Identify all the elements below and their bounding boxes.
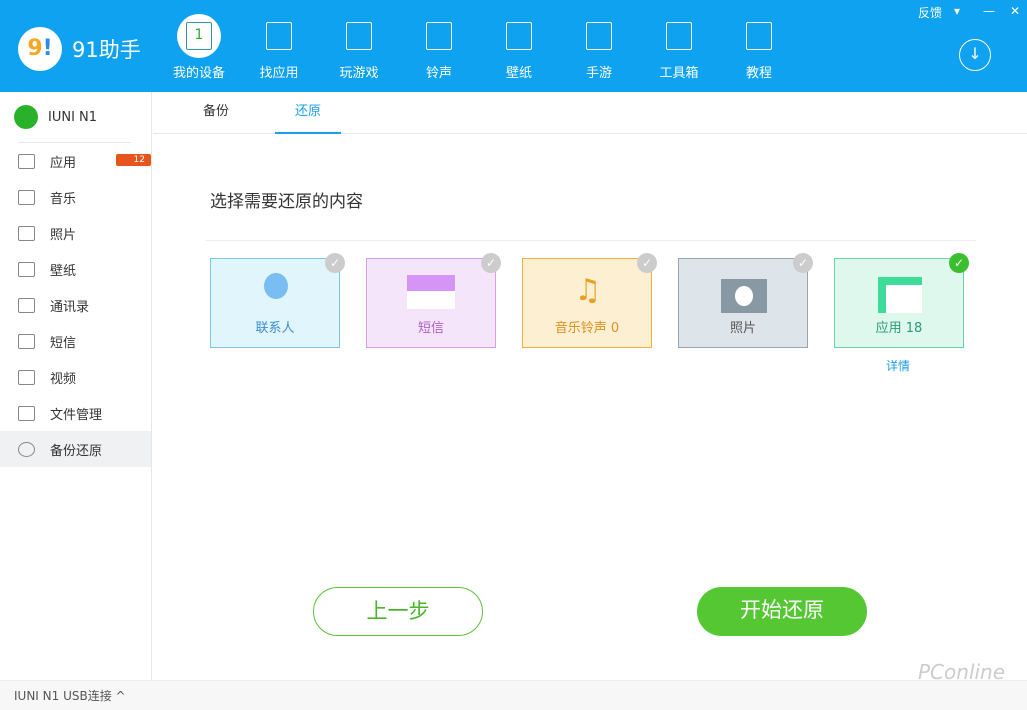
check-icon[interactable]: ✓ [637, 253, 657, 273]
previous-step-button[interactable]: 上一步 [313, 587, 483, 636]
card-label: 照片 [729, 321, 756, 336]
image-icon [497, 14, 541, 58]
card-contacts[interactable]: 联系人 ✓ [210, 253, 345, 348]
connection-status[interactable]: IUNI N1 USB连接 ^ [14, 689, 126, 703]
sidebar-item-wallpaper[interactable]: 壁纸 [0, 251, 151, 287]
sidebar-item-music[interactable]: 音乐 [0, 179, 151, 215]
card-music[interactable]: ♫ 音乐铃声 0 ✓ [522, 253, 657, 348]
music-note-icon: ♫ [574, 273, 602, 308]
check-icon[interactable]: ✓ [949, 253, 969, 273]
sidebar-item-video[interactable]: 视频 [0, 359, 151, 395]
nav-ringtones[interactable]: 铃声 [399, 14, 479, 81]
apps-icon [18, 153, 35, 169]
start-restore-button[interactable]: 开始还原 [697, 587, 867, 636]
header: 9! 91助手 1 我的设备 找应用 玩游戏 铃声 壁纸 手游 工具箱 教程 反馈… [0, 0, 1027, 92]
nav-label: 手游 [585, 66, 612, 81]
envelope-icon [407, 275, 455, 309]
device-header: IUNI N1 [0, 92, 151, 142]
label: 视频 [50, 371, 77, 387]
sidebar-item-files[interactable]: 文件管理 [0, 395, 151, 431]
tab-backup[interactable]: 备份 [183, 92, 249, 134]
app-grid-icon [878, 277, 922, 313]
sidebar-item-sms[interactable]: 短信 [0, 323, 151, 359]
label: 文件管理 [50, 407, 103, 423]
label: 应用 [50, 155, 77, 171]
check-icon[interactable]: ✓ [481, 253, 501, 273]
nav-mobile-games[interactable]: 手游 [559, 14, 639, 81]
sidebar-item-apps[interactable]: 应用 12 [0, 143, 151, 179]
sidebar-item-photos[interactable]: 照片 [0, 215, 151, 251]
details-link[interactable]: 详情 [886, 357, 910, 374]
nav-label: 找应用 [259, 66, 299, 81]
label: 音乐 [50, 191, 77, 207]
label: 短信 [50, 335, 77, 351]
music-icon [417, 14, 461, 58]
sidebar: IUNI N1 应用 12 音乐 照片 壁纸 通讯录 短信 视频 文件管理 备份还… [0, 92, 152, 680]
sync-icon [18, 441, 35, 457]
device-name: IUNI N1 [48, 109, 98, 125]
nav-label: 壁纸 [505, 66, 532, 81]
tab-restore[interactable]: 还原 [275, 92, 341, 134]
feedback-link[interactable]: 反馈 [918, 4, 942, 21]
card-apps[interactable]: 应用 18 ✓ [834, 253, 969, 348]
nav-label: 玩游戏 [339, 66, 379, 81]
envelope-icon [18, 333, 35, 349]
image-icon [18, 261, 35, 277]
nav-label: 我的设备 [172, 66, 225, 81]
nav-games[interactable]: 玩游戏 [319, 14, 399, 81]
nav-label: 铃声 [425, 66, 452, 81]
card-sms[interactable]: 短信 ✓ [366, 253, 501, 348]
clipboard-icon [737, 14, 781, 58]
label: 通讯录 [50, 299, 90, 315]
label: 壁纸 [50, 263, 77, 279]
camera-icon [721, 279, 767, 313]
gamepad-icon [337, 14, 381, 58]
minimize-icon[interactable]: — [983, 4, 995, 18]
toolbox-icon [657, 14, 701, 58]
watermark: PConline [918, 660, 1006, 684]
menu-icon[interactable]: ▾ [954, 4, 960, 18]
wave-icon [577, 14, 621, 58]
card-label: 应用 18 [875, 321, 923, 336]
check-icon[interactable]: ✓ [325, 253, 345, 273]
nav-label: 工具箱 [659, 66, 699, 81]
card-label: 短信 [417, 321, 444, 336]
card-label: 联系人 [255, 321, 295, 336]
close-icon[interactable]: ✕ [1010, 4, 1020, 18]
device-icon: 1 [177, 14, 221, 58]
sidebar-item-backup[interactable]: 备份还原 [0, 431, 151, 467]
nav-label: 教程 [745, 66, 772, 81]
nav-tutorial[interactable]: 教程 [719, 14, 799, 81]
page-title: 选择需要还原的内容 [210, 192, 363, 212]
card-label: 音乐铃声 0 [554, 321, 620, 336]
nav-my-device[interactable]: 1 我的设备 [159, 14, 239, 81]
bag-icon [257, 14, 301, 58]
check-icon[interactable]: ✓ [793, 253, 813, 273]
label: 照片 [50, 227, 77, 243]
android-icon [14, 105, 38, 129]
divider [206, 240, 976, 241]
brand-name: 91助手 [72, 38, 141, 62]
label: 备份还原 [50, 443, 103, 459]
app-logo: 9! [18, 27, 62, 71]
person-icon [256, 273, 296, 313]
nav-wallpaper[interactable]: 壁纸 [479, 14, 559, 81]
nav-find-apps[interactable]: 找应用 [239, 14, 319, 81]
sidebar-item-contacts[interactable]: 通讯录 [0, 287, 151, 323]
folder-icon [18, 405, 35, 421]
tab-bar: 备份 还原 [153, 92, 1027, 134]
card-photos[interactable]: 照片 ✓ [678, 253, 813, 348]
nav-toolbox[interactable]: 工具箱 [639, 14, 719, 81]
camera-icon [18, 225, 35, 241]
update-badge: 12 [115, 154, 151, 166]
contact-icon [18, 297, 35, 313]
download-icon[interactable]: ↓ [959, 39, 991, 71]
music-icon [18, 189, 35, 205]
status-bar: IUNI N1 USB连接 ^ [0, 680, 1027, 710]
play-icon [18, 369, 35, 385]
